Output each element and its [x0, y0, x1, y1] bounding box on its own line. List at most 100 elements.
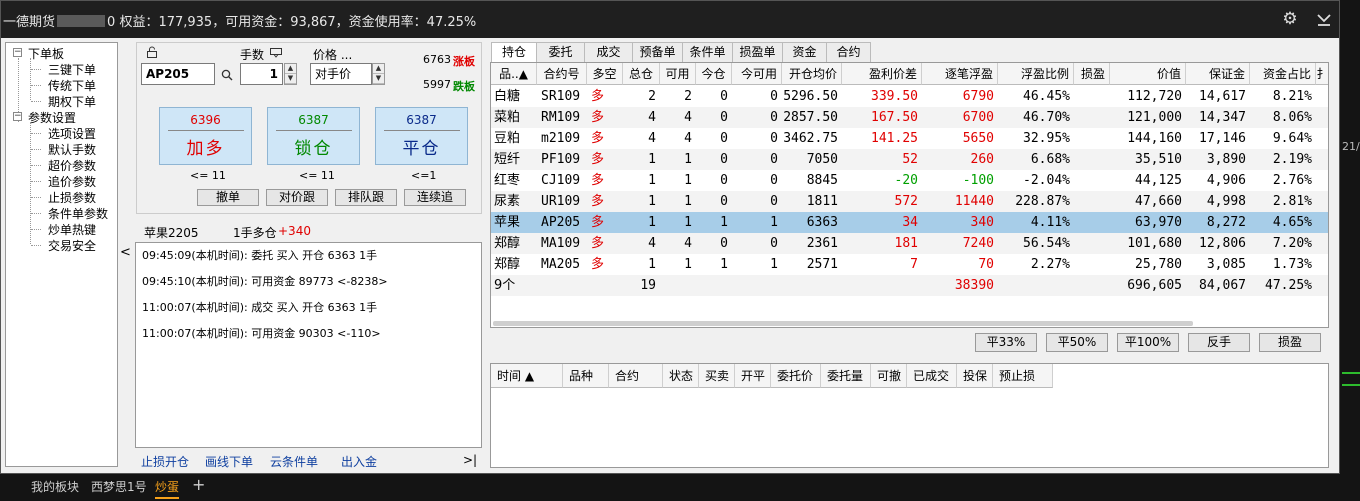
reverse-button[interactable]: 反手 — [1188, 333, 1250, 352]
stop-profit-button[interactable]: 损盈 — [1259, 333, 1321, 352]
column-header[interactable]: 买卖 — [699, 364, 735, 388]
tab-4[interactable]: 条件单 — [683, 42, 733, 62]
tree-item-order-2[interactable]: 期权下单 — [48, 93, 96, 110]
search-icon[interactable] — [221, 69, 233, 81]
tree-item-param-1[interactable]: 默认手数 — [48, 141, 96, 158]
next-page-icon[interactable]: >| — [463, 453, 477, 467]
tree-root-params[interactable]: 参数设置 — [28, 109, 76, 126]
close-position-button[interactable]: 6387 平仓 — [375, 107, 468, 165]
close-100-button[interactable]: 平100% — [1117, 333, 1179, 352]
tree-root-order-panel[interactable]: 下单板 — [28, 45, 64, 62]
column-header[interactable]: 扌 — [1316, 63, 1328, 85]
table-cell — [732, 275, 782, 296]
table-row[interactable]: 红枣 CJ109 多 1 1 0 0 8845 -20 -100 -2.04% 44,125 4,906… — [491, 170, 1328, 191]
tab-1[interactable]: 委托 — [537, 42, 585, 62]
tree-item-param-5[interactable]: 条件单参数 — [48, 205, 108, 222]
tree-item-order-1[interactable]: 传统下单 — [48, 77, 96, 94]
follow-queue-button[interactable]: 排队跟 — [335, 189, 397, 206]
column-header[interactable]: 委托价 — [771, 364, 821, 388]
tab-my-sectors[interactable]: 我的板块 — [31, 478, 79, 495]
close-50-button[interactable]: 平50% — [1046, 333, 1108, 352]
tree-item-param-4[interactable]: 止损参数 — [48, 189, 96, 206]
table-row[interactable]: 白糖 SR109 多 2 2 0 0 5296.50 339.50 6790 46.45% 112,7… — [491, 86, 1328, 107]
column-header[interactable]: 开仓均价 — [782, 63, 842, 85]
lots-stepper[interactable]: ▲ ▼ — [284, 63, 297, 85]
add-tab-button[interactable]: + — [192, 475, 205, 494]
decrease-icon[interactable]: ▼ — [285, 74, 296, 84]
tab-scalping[interactable]: 炒蛋 — [155, 478, 180, 499]
tree-item-param-3[interactable]: 追价参数 — [48, 173, 96, 190]
tab-0[interactable]: 持仓 — [491, 42, 537, 63]
table-cell: 121,000 — [1127, 110, 1182, 125]
tree-collapse-toggle[interactable]: − — [13, 112, 22, 121]
column-header[interactable]: 可撤 — [871, 364, 907, 388]
price-mode-stepper[interactable]: ▲ ▼ — [372, 63, 385, 85]
gear-icon[interactable]: ⚙ — [1281, 10, 1299, 28]
table-row[interactable]: 豆粕 m2109 多 4 4 0 0 3462.75 141.25 5650 32.95% 144,1… — [491, 128, 1328, 149]
increase-icon[interactable]: ▲ — [285, 64, 296, 74]
buy-open-button[interactable]: 6396 加多 — [159, 107, 252, 165]
collapse-tree-icon[interactable]: < — [120, 245, 131, 260]
tree-item-order-0[interactable]: 三键下单 — [48, 61, 96, 78]
table-row[interactable]: 郑醇 MA109 多 4 4 0 0 2361 181 7240 56.54% 101,680 12,8… — [491, 233, 1328, 254]
chase-button[interactable]: 连续追 — [404, 189, 466, 206]
column-header[interactable]: 资金占比 — [1250, 63, 1316, 85]
column-header[interactable]: 合约 — [609, 364, 663, 388]
cancel-order-button[interactable]: 撤单 — [197, 189, 259, 206]
tab-5[interactable]: 损盈单 — [733, 42, 783, 62]
table-row[interactable]: 郑醇 MA205 多 1 1 1 1 2571 7 70 2.27% 25,780 3,085 1.73% — [491, 254, 1328, 275]
trading-window: 一德期货 0 权益：177,935，可用资金：93,867，资金使用率：47.25… — [0, 0, 1340, 474]
tree-item-param-2[interactable]: 超价参数 — [48, 157, 96, 174]
link-draw-line-order[interactable]: 画线下单 — [205, 453, 253, 470]
column-header[interactable]: 合约号 — [537, 63, 587, 85]
table-row[interactable]: 短纤 PF109 多 1 1 0 0 7050 52 260 6.68% 35,510 3,890 2.1… — [491, 149, 1328, 170]
decrease-icon[interactable]: ▼ — [373, 74, 384, 84]
tree-item-param-7[interactable]: 交易安全 — [48, 237, 96, 254]
column-header[interactable]: 状态 — [663, 364, 699, 388]
link-deposit-withdraw[interactable]: 出入金 — [341, 453, 377, 470]
contract-input[interactable]: AP205 — [141, 63, 215, 85]
tab-2[interactable]: 成交 — [585, 42, 633, 62]
link-cloud-condition[interactable]: 云条件单 — [270, 453, 318, 470]
lock-position-button[interactable]: 6387 锁仓 — [267, 107, 360, 165]
column-header[interactable]: 总仓 — [623, 63, 660, 85]
column-header[interactable]: 多空 — [587, 63, 623, 85]
column-header[interactable]: 已成交 — [907, 364, 957, 388]
column-header[interactable]: 损盈 — [1074, 63, 1110, 85]
close-33-button[interactable]: 平33% — [975, 333, 1037, 352]
column-header[interactable]: 时间 ▲ — [491, 364, 563, 388]
column-header[interactable]: 价值 — [1110, 63, 1186, 85]
horizontal-scrollbar[interactable] — [493, 321, 1193, 326]
column-header[interactable]: 可用 — [660, 63, 696, 85]
column-header[interactable]: 预止损 — [993, 364, 1053, 388]
toggle-icon[interactable] — [270, 48, 282, 58]
column-header[interactable]: 开平 — [735, 364, 771, 388]
increase-icon[interactable]: ▲ — [373, 64, 384, 74]
tab-6[interactable]: 资金 — [783, 42, 827, 62]
column-header[interactable]: 浮盈比例 — [998, 63, 1074, 85]
follow-counter-button[interactable]: 对价跟 — [266, 189, 328, 206]
column-header[interactable]: 逐笔浮盈 — [922, 63, 998, 85]
table-row[interactable]: 苹果 AP205 多 1 1 1 1 6363 34 340 4.11% 63,970 8,272 4.6… — [491, 212, 1328, 233]
tab-7[interactable]: 合约 — [827, 42, 871, 62]
table-row[interactable]: 尿素 UR109 多 1 1 0 0 1811 572 11440 228.87% 47,660 4,9… — [491, 191, 1328, 212]
tab-3[interactable]: 预备单 — [633, 42, 683, 62]
chevron-down-icon[interactable] — [1315, 10, 1333, 28]
column-header[interactable]: 保证金 — [1186, 63, 1250, 85]
column-header[interactable]: 今可用 — [732, 63, 782, 85]
column-header[interactable]: 投保 — [957, 364, 993, 388]
column-header[interactable]: 品..▲ — [491, 63, 537, 85]
column-header[interactable]: 今仓 — [696, 63, 732, 85]
column-header[interactable]: 品种 — [563, 364, 609, 388]
link-stop-loss-open[interactable]: 止损开仓 — [141, 453, 189, 470]
tree-item-param-0[interactable]: 选项设置 — [48, 125, 96, 142]
tree-collapse-toggle[interactable]: − — [13, 48, 22, 57]
tree-item-param-6[interactable]: 炒单热键 — [48, 221, 96, 238]
table-row[interactable]: 菜粕 RM109 多 4 4 0 0 2857.50 167.50 6700 46.70% 121,0… — [491, 107, 1328, 128]
column-header[interactable]: 委托量 — [821, 364, 871, 388]
price-mode-select[interactable]: 对手价 — [310, 63, 372, 85]
column-header[interactable]: 盈利价差 — [842, 63, 922, 85]
lock-icon[interactable] — [146, 46, 158, 58]
tab-ximengsi[interactable]: 西梦思1号 — [91, 478, 147, 495]
lots-input[interactable]: 1 — [240, 63, 283, 85]
